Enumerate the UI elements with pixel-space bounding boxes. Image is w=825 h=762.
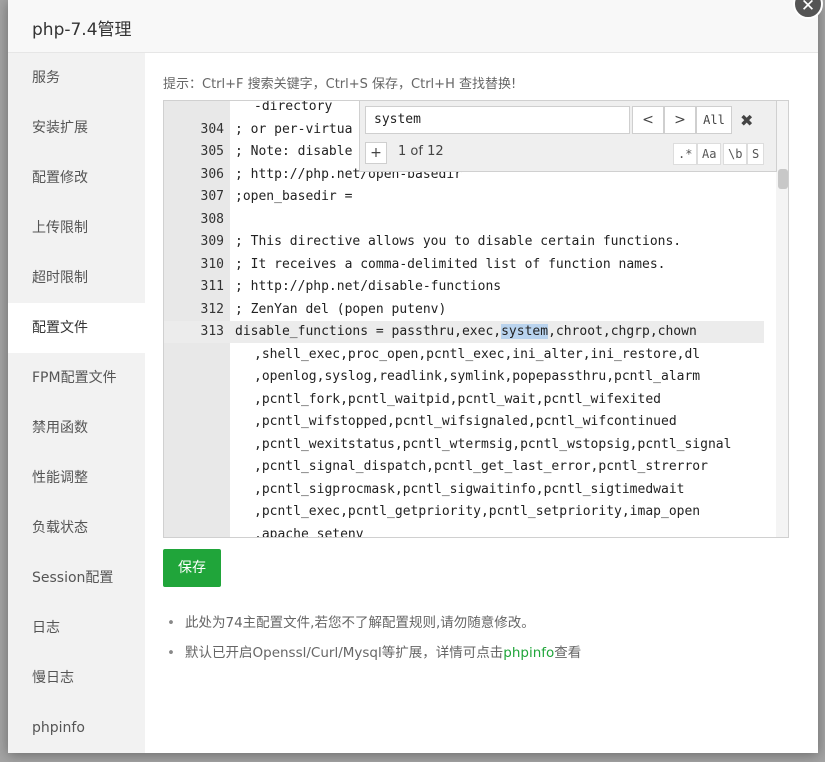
- search-panel: system < > All ✖ + 1 of 12 .* Aa \b S: [359, 101, 777, 172]
- code-line: ,apache_setenv: [164, 524, 764, 538]
- line-code: ,pcntl_wexitstatus,pcntl_wtermsig,pcntl_…: [254, 436, 732, 452]
- code-line: ,shell_exec,proc_open,pcntl_exec,ini_alt…: [164, 344, 764, 366]
- shortcut-hint: 提示：Ctrl+F 搜索关键字，Ctrl+S 保存，Ctrl+H 查找替换!: [163, 77, 517, 92]
- regex-toggle[interactable]: .*: [673, 143, 698, 165]
- scrollbar-thumb[interactable]: [778, 169, 788, 189]
- line-number: 305: [200, 144, 224, 159]
- sidebar-item-session-config[interactable]: Session配置: [8, 553, 145, 603]
- line-code: ; ZenYan del (popen putenv): [235, 301, 447, 317]
- match-counter: 1 of 12: [398, 144, 444, 159]
- line-number: 304: [200, 121, 224, 137]
- line-code: ; It receives a comma-delimited list of …: [235, 256, 666, 272]
- sidebar-item-log[interactable]: 日志: [8, 603, 145, 653]
- sidebar-item-fpm-config[interactable]: FPM配置文件: [8, 353, 145, 403]
- sidebar-item-upload-limit[interactable]: 上传限制: [8, 203, 145, 253]
- line-code: ,pcntl_fork,pcntl_waitpid,pcntl_wait,pcn…: [254, 391, 661, 407]
- line-number: 311: [200, 279, 224, 294]
- code-line: ,pcntl_sigprocmask,pcntl_sigwaitinfo,pcn…: [164, 479, 764, 501]
- line-number: 309: [200, 234, 224, 249]
- close-search-icon[interactable]: ✖: [740, 111, 753, 130]
- code-line: 309 ; This directive allows you to disabl…: [164, 231, 764, 253]
- code-line: ,pcntl_exec,pcntl_getpriority,pcntl_setp…: [164, 501, 764, 523]
- line-code: disable_functions = passthru,exec,system…: [235, 321, 697, 343]
- help-notes: 此处为74主配置文件,若您不了解配置规则,请勿随意修改。 默认已开启Openss…: [163, 611, 581, 671]
- code-line: 313 disable_functions = passthru,exec,sys…: [164, 321, 764, 343]
- code-editor[interactable]: -directory 304 ; or per-virtua 305 ; Note: d…: [163, 100, 789, 538]
- main-panel: 提示：Ctrl+F 搜索关键字，Ctrl+S 保存，Ctrl+H 查找替换! -…: [163, 53, 813, 753]
- line-number: 313: [200, 324, 224, 339]
- sidebar: 服务 安装扩展 配置修改 上传限制 超时限制 配置文件 FPM配置文件 禁用函数…: [8, 53, 145, 753]
- dialog-titlebar: php-7.4管理: [8, 0, 818, 53]
- note-item: 默认已开启Openssl/Curl/Mysql等扩展，详情可点击phpinfo查…: [163, 641, 581, 671]
- editor-scrollbar[interactable]: [776, 101, 788, 537]
- search-input[interactable]: system: [365, 106, 630, 134]
- sidebar-item-phpinfo[interactable]: phpinfo: [8, 703, 145, 753]
- prev-match-button[interactable]: <: [632, 106, 664, 134]
- sidebar-item-service[interactable]: 服务: [8, 53, 145, 103]
- sidebar-item-config-modify[interactable]: 配置修改: [8, 153, 145, 203]
- sidebar-item-disabled-functions[interactable]: 禁用函数: [8, 403, 145, 453]
- line-code: ; http://php.net/disable-functions: [235, 279, 502, 294]
- note-text-suffix: 查看: [554, 645, 582, 661]
- note-text-prefix: 默认已开启Openssl/Curl/Mysql等扩展，详情可点击: [185, 645, 504, 661]
- code-line: 310 ; It receives a comma-delimited list …: [164, 254, 764, 276]
- note-text: 此处为74主配置文件,若您不了解配置规则,请勿随意修改。: [185, 615, 535, 631]
- code-line: ,pcntl_wifstopped,pcntl_wifsignaled,pcnt…: [164, 411, 764, 433]
- line-code: ,pcntl_wifstopped,pcntl_wifsignaled,pcnt…: [254, 414, 677, 429]
- line-code: ; or per-virtua: [235, 121, 353, 137]
- line-code: ; Note: disable: [235, 144, 353, 159]
- sidebar-item-config-file[interactable]: 配置文件: [8, 303, 145, 353]
- line-number: 306: [200, 166, 224, 182]
- code-line: 308: [164, 209, 764, 231]
- line-code: ,pcntl_signal_dispatch,pcntl_get_last_er…: [254, 459, 708, 474]
- code-line: ,pcntl_fork,pcntl_waitpid,pcntl_wait,pcn…: [164, 389, 764, 411]
- search-match-highlight: system: [501, 324, 549, 339]
- chevron-left-icon: <: [642, 112, 654, 128]
- note-item: 此处为74主配置文件,若您不了解配置规则,请勿随意修改。: [163, 611, 581, 641]
- code-line: ,openlog,syslog,readlink,symlink,popepas…: [164, 366, 764, 388]
- line-number: 308: [200, 211, 224, 227]
- line-code: ,pcntl_exec,pcntl_getpriority,pcntl_setp…: [254, 504, 701, 519]
- case-sensitive-toggle[interactable]: Aa: [697, 143, 722, 165]
- code-line: 312 ; ZenYan del (popen putenv): [164, 299, 764, 321]
- in-selection-toggle[interactable]: S: [747, 143, 765, 165]
- code-text: ,chroot,chgrp,chown: [548, 324, 697, 339]
- code-line: 307 ;open_basedir =: [164, 186, 764, 208]
- sidebar-item-slow-log[interactable]: 慢日志: [8, 653, 145, 703]
- line-code: ,shell_exec,proc_open,pcntl_exec,ini_alt…: [254, 346, 701, 362]
- chevron-right-icon: >: [674, 112, 686, 128]
- dialog-title: php-7.4管理: [32, 20, 132, 40]
- line-code: ;open_basedir =: [235, 189, 353, 204]
- next-match-button[interactable]: >: [664, 106, 696, 134]
- line-code: ,pcntl_sigprocmask,pcntl_sigwaitinfo,pcn…: [254, 481, 685, 497]
- code-line: ,pcntl_signal_dispatch,pcntl_get_last_er…: [164, 456, 764, 478]
- code-text: disable_functions = passthru,exec,: [235, 324, 502, 339]
- sidebar-item-install-extension[interactable]: 安装扩展: [8, 103, 145, 153]
- save-button[interactable]: 保存: [163, 549, 221, 587]
- sidebar-item-performance[interactable]: 性能调整: [8, 453, 145, 503]
- line-code: ; This directive allows you to disable c…: [235, 234, 682, 249]
- toggle-replace-button[interactable]: +: [365, 142, 387, 164]
- code-line: 311 ; http://php.net/disable-functions: [164, 276, 764, 298]
- select-all-matches-button[interactable]: All: [696, 106, 732, 134]
- line-number: 310: [200, 256, 224, 272]
- line-number: 307: [200, 189, 224, 204]
- phpinfo-link[interactable]: phpinfo: [503, 645, 554, 661]
- sidebar-item-load-status[interactable]: 负载状态: [8, 503, 145, 553]
- line-number: 312: [200, 301, 224, 317]
- php-manager-dialog: php-7.4管理 服务 安装扩展 配置修改 上传限制 超时限制 配置文件 FP…: [8, 0, 818, 753]
- line-code: -directory: [254, 100, 333, 114]
- line-code: ,apache_setenv: [254, 526, 364, 538]
- code-line: ,pcntl_wexitstatus,pcntl_wtermsig,pcntl_…: [164, 434, 764, 456]
- sidebar-item-timeout-limit[interactable]: 超时限制: [8, 253, 145, 303]
- line-code: ,openlog,syslog,readlink,symlink,popepas…: [254, 369, 701, 384]
- whole-word-toggle[interactable]: \b: [723, 143, 748, 165]
